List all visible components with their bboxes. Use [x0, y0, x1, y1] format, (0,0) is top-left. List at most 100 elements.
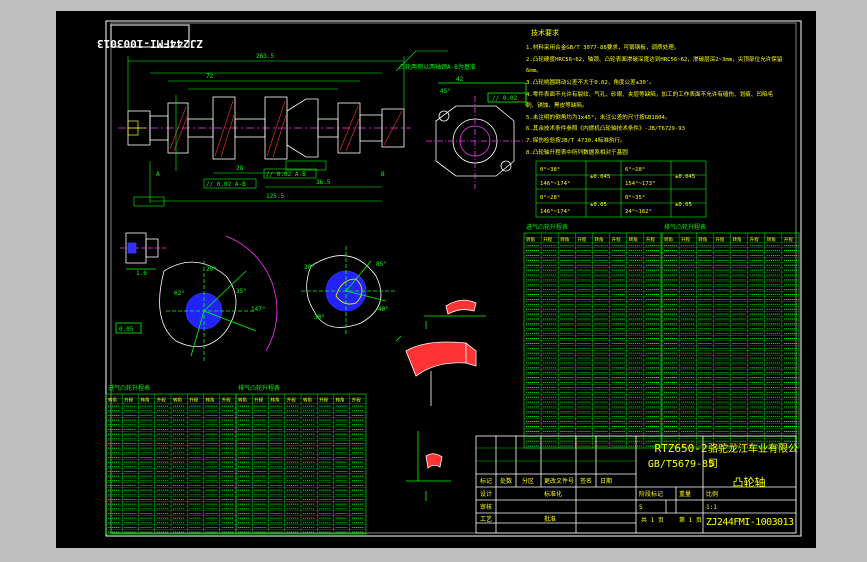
table-header-cell: 转角 — [664, 236, 673, 243]
gdt-2: // 0.02 A-B — [266, 171, 306, 178]
callout-note: 凸轮两侧以两轴颈A-B为基准 — [399, 63, 476, 71]
company-name-line2: 司 — [708, 459, 718, 470]
angle-range-b4: 24°~162° — [625, 209, 652, 215]
table-header-cell: 转角 — [629, 236, 638, 243]
rev-header-5: 签名 — [580, 477, 592, 485]
table-header-cell: 升程 — [157, 396, 166, 403]
tech-req-line-9: 7.探伤检验按JB/T 4730.4标准执行。 — [526, 136, 626, 144]
angle-tol-a3: ±0.05 — [590, 202, 607, 208]
tech-req-line-3: 6mm。 — [526, 68, 542, 74]
rev-header-4: 更改文件号 — [544, 477, 574, 485]
drawing-sheet: ZJ244FMI-1003013 263.5 125.5 28 36.5 72 … — [56, 11, 816, 548]
lift-table-exhaust: 排气凸轮升程表 转角 升程 转角 升程 转角 升程 转角 升程 — [661, 223, 800, 449]
flange-angle: 45° — [440, 88, 451, 95]
table-header-cell: 升程 — [319, 396, 328, 403]
dim-total-length: 263.5 — [256, 53, 274, 60]
camshaft-hatching — [169, 100, 403, 158]
label-a: A — [156, 171, 160, 178]
table-header-cell: 升程 — [646, 236, 655, 243]
lift-table-lower-right: 排气凸轮升程表 转角 升程 转角 升程 转角 升程 转角 升程 — [235, 384, 367, 535]
angle-range-b1: 6°~28° — [625, 167, 645, 173]
table-header-cell: 升程 — [577, 236, 586, 243]
table-header-cell: 转角 — [767, 236, 776, 243]
detail-small-end: 1.6 — [120, 232, 166, 277]
tech-req-line-8: 6.其余技术条件参照《内燃机凸轮轴技术条件》-JB/T6729-93 — [526, 124, 685, 132]
table-header-cell: 转角 — [526, 236, 535, 243]
inner-frame — [110, 22, 797, 534]
label-b: B — [381, 171, 385, 178]
table-header-cell: 转角 — [108, 396, 117, 403]
angle-tol-b1: ±0.045 — [675, 174, 695, 180]
table-header-cell: 升程 — [750, 236, 759, 243]
camshaft-yellow-detail — [127, 120, 146, 136]
rev-header-3: 分区 — [522, 477, 534, 485]
table-header-cell: 转角 — [173, 396, 182, 403]
row-process: 工艺 — [480, 515, 492, 523]
section-detail-upper — [424, 299, 486, 329]
lift-table-intake: 进气凸轮升程表 转角 升程 转角 升程 转角 升程 转角 升程 — [523, 223, 662, 449]
dim-d4: 72 — [206, 73, 214, 80]
cam2-angle-2: 85° — [376, 261, 387, 268]
cam1-angle-1: 29° — [206, 266, 217, 273]
dim-d3: 36.5 — [316, 179, 331, 186]
gdt-1: // 0.02 A-B — [206, 181, 246, 188]
table-header-cell: 升程 — [254, 396, 263, 403]
table-header-cell: 转角 — [595, 236, 604, 243]
table-header-cell: 升程 — [784, 236, 793, 243]
tech-req-line-4: 3.凸轮桃圆跳动公差不大于0.02，角度公差±30'。 — [526, 78, 655, 86]
cam1-angle-4: 62° — [174, 290, 185, 297]
table-header-cell: 转角 — [141, 396, 150, 403]
table-header-cell: 转角 — [733, 236, 742, 243]
rev-header-1: 标记 — [480, 477, 492, 485]
page-info: 第 1 页 — [679, 516, 702, 524]
section-detail-small — [406, 431, 451, 501]
table-header-cell: 升程 — [189, 396, 198, 403]
table-header-cell: 转角 — [206, 396, 215, 403]
cam2-angle-4: 30° — [314, 314, 325, 321]
cad-drawing: ZJ244FMI-1003013 263.5 125.5 28 36.5 72 … — [97, 20, 802, 537]
standardize-label: 标准化 — [544, 490, 562, 498]
stage-label: 阶段标记 — [639, 490, 663, 498]
cam2-angle-1: 30° — [304, 264, 315, 271]
rev-header-6: 日期 — [600, 477, 612, 485]
tech-req-line-2: 2.凸轮硬度HRC56~62，轴颈、凸轮表面渗碳深度达到HRC56~62，渗碳层… — [526, 55, 783, 63]
row-design: 设计 — [480, 490, 492, 498]
section-detail-lower — [395, 335, 477, 406]
row-review: 审核 — [480, 503, 492, 511]
dim-small-end: 1.6 — [136, 270, 147, 277]
lift-table-lower-right-title: 排气凸轮升程表 — [238, 384, 280, 392]
lift-table-exhaust-title: 排气凸轮升程表 — [664, 223, 706, 231]
flange-dim: 42 — [456, 76, 464, 83]
angle-table: 0°~38° 146°~174° 0°~28° 146°~174° ±0.045… — [535, 160, 707, 218]
approve-label: 批准 — [544, 515, 556, 523]
lift-table-lower-left: 进气凸轮升程表 转角 升程 转角 升程 转角 升程 转角 升程 — [105, 384, 237, 535]
gdt-3: // 0.02 — [492, 95, 518, 102]
weight-label: 重量 — [679, 490, 691, 498]
cam-profile-intake — [115, 235, 278, 361]
drawing-number: ZJ244FMI-1003013 — [706, 517, 794, 528]
tech-req-line-6: 刺、锈蚀、黑皮等缺陷。 — [526, 101, 588, 109]
angle-tol-b3: ±0.05 — [675, 202, 692, 208]
table-header-cell: 转角 — [238, 396, 247, 403]
angle-range-a4: 146°~174° — [540, 209, 570, 215]
tech-req-line-7: 5.未注明的倒角均为1x45°，未注公差的尺寸按GB1804。 — [526, 113, 670, 121]
technical-requirements: 技术要求 1.材料采用合金GB/T 3077-88要求，可锻钢板，调质处理。 2… — [526, 28, 783, 156]
angle-range-a3: 0°~28° — [540, 195, 560, 201]
table-header-cell: 升程 — [612, 236, 621, 243]
angle-range-b2: 154°~173° — [625, 181, 655, 187]
angle-range-a2: 146°~174° — [540, 181, 570, 187]
table-header-cell: 转角 — [560, 236, 569, 243]
lift-table-intake-title: 进气凸轮升程表 — [526, 223, 568, 231]
cam-profile-exhaust — [301, 246, 396, 336]
rotated-drawing-number: ZJ244FMI-1003013 — [97, 37, 203, 50]
cam2-angle-3: 40° — [378, 306, 389, 313]
model-number: RTZ650-2 — [655, 442, 708, 455]
company-name-line1: 骆驼龙江车业有限公 — [708, 442, 798, 455]
angle-tol-a1: ±0.045 — [590, 174, 610, 180]
table-header-cell: 转角 — [303, 396, 312, 403]
mark-s: S — [639, 504, 643, 511]
camshaft-front-view — [118, 96, 411, 160]
table-header-cell: 升程 — [124, 396, 133, 403]
rotated-number-box: ZJ244FMI-1003013 — [97, 24, 203, 50]
scale-value: 1:1 — [706, 504, 717, 511]
